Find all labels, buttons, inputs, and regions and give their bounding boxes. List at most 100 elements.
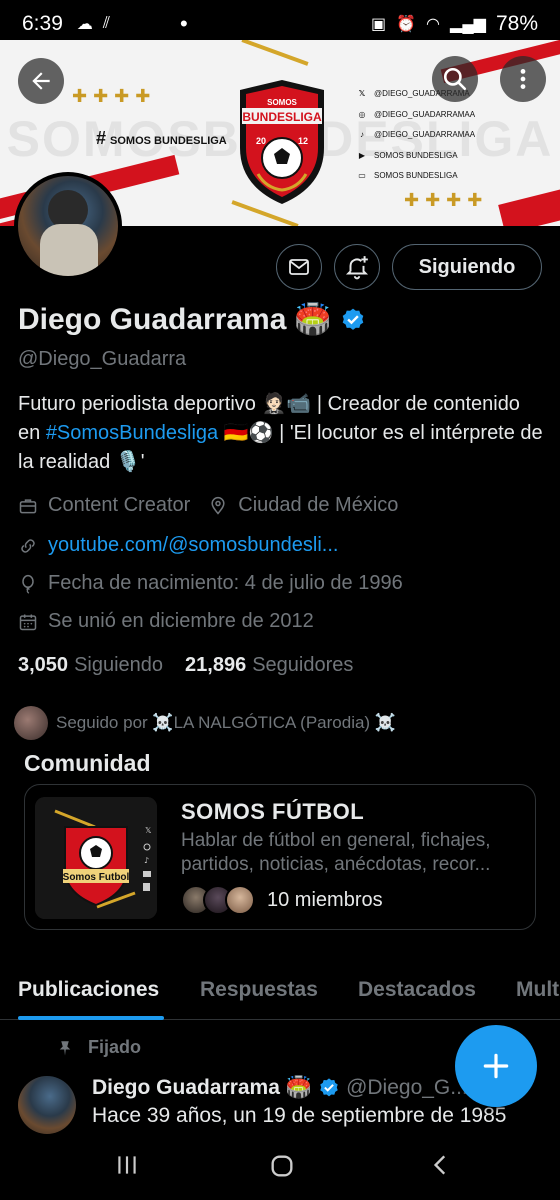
social-tiktok: ♪ @DIEGO_GUADARRAMAA <box>356 125 475 146</box>
following-link[interactable]: 3,050 Siguiendo <box>18 654 163 676</box>
system-icons: ▣ ⏰ ◠ ▂▄▆ 78% <box>371 12 538 36</box>
profile-avatar[interactable] <box>14 172 122 280</box>
profile-tabs: Publicaciones Respuestas Destacados Mult <box>0 972 560 1020</box>
cloud-icon: ☁ <box>76 16 93 33</box>
community-members: 10 miembros <box>181 885 383 915</box>
profile-location: Ciudad de México <box>238 494 399 516</box>
tab-multimedia[interactable]: Mult <box>516 978 559 1002</box>
logo-year-right: 12 <box>298 136 308 146</box>
tweet-author-avatar[interactable] <box>18 1076 76 1134</box>
stadium-emoji: 🏟️ <box>294 303 332 336</box>
logo-title-text: BUNDESLIGA <box>242 110 322 124</box>
social-instagram: ◎ @DIEGO_GUADARRAMAA <box>356 105 476 126</box>
social-youtube: ▶ SOMOS BUNDESLIGA <box>356 146 475 167</box>
instagram-icon: ◎ <box>358 109 366 119</box>
envelope-icon <box>289 259 309 275</box>
profile-joined: Se unió en diciembre de 2012 <box>48 610 314 632</box>
calendar-icon <box>19 614 37 630</box>
svg-text:𝕏: 𝕏 <box>145 826 152 835</box>
status-time: 6:39 <box>22 12 63 35</box>
follower-avatar <box>14 706 48 740</box>
youtube-icon: ▶ <box>358 150 366 160</box>
briefcase-icon <box>19 498 37 513</box>
followers-link[interactable]: 21,896 Seguidores <box>185 654 353 676</box>
bell-plus-icon <box>345 256 369 280</box>
banner-crosses: ✚✚✚✚ <box>72 86 157 106</box>
community-name: SOMOS FÚTBOL <box>181 799 365 824</box>
members-count: 10 miembros <box>267 888 383 911</box>
signal-icon: ▂▄▆ <box>450 16 486 33</box>
pinned-label: Fijado <box>56 1037 141 1058</box>
hashtag-link[interactable]: #SomosBundesliga <box>46 422 218 444</box>
notification-icons: ☁ ⫽ <box>77 14 110 34</box>
somos-futbol-logo: Somos Futbol 𝕏 ♪ <box>35 797 157 919</box>
logo-year-left: 20 <box>256 136 266 146</box>
tab-destacados[interactable]: Destacados <box>358 978 476 1002</box>
community-card[interactable]: Somos Futbol 𝕏 ♪ SOMOS FÚTBOL Hablar de … <box>24 784 536 930</box>
profile-category: Content Creator <box>48 494 191 516</box>
community-image: Somos Futbol 𝕏 ♪ <box>35 797 157 919</box>
arrow-left-icon <box>32 72 50 90</box>
pin-icon <box>59 1040 71 1055</box>
location-pin-icon <box>211 496 225 515</box>
somos-bundesliga-logo: SOMOS BUNDESLIGA 20 12 <box>240 80 324 204</box>
tab-publicaciones[interactable]: Publicaciones <box>18 978 159 1002</box>
more-options-button[interactable] <box>500 56 546 102</box>
profile-category-location: Content Creator Ciudad de México <box>18 494 398 517</box>
hash-icon: # <box>96 128 107 148</box>
link-icon <box>21 538 35 553</box>
back-nav-icon[interactable] <box>428 1152 454 1178</box>
followed-by-row[interactable]: Seguido por ☠️LA NALGÓTICA (Parodia) ☠️ <box>14 706 396 740</box>
balloon-icon <box>22 574 34 594</box>
twitch-icon: ▭ <box>358 171 366 180</box>
following-button[interactable]: Siguiendo <box>392 244 542 290</box>
profile-name: Diego Guadarrama 🏟️ <box>18 302 366 337</box>
back-button[interactable] <box>18 58 64 104</box>
recent-apps-icon[interactable] <box>114 1152 140 1178</box>
active-tab-indicator <box>18 1016 164 1020</box>
search-icon <box>443 67 467 91</box>
banner-crosses: ✚✚✚✚ <box>404 190 489 210</box>
profile-link-row: youtube.com/@somosbundesli... <box>18 534 338 557</box>
banner-hashtag: # SOMOS BUNDESLIGA <box>96 128 227 148</box>
alarm-icon: ⏰ <box>396 16 417 33</box>
banner-red-stripe <box>498 175 560 226</box>
verified-badge-icon[interactable] <box>340 307 366 333</box>
message-button[interactable] <box>276 244 322 290</box>
wifi-icon: ◠ <box>426 16 441 33</box>
search-button[interactable] <box>432 56 478 102</box>
home-icon[interactable] <box>268 1152 296 1180</box>
profile-birth-row: Fecha de nacimiento: 4 de julio de 1996 <box>18 572 403 595</box>
tweet-author-name[interactable]: Diego Guadarrama <box>92 1076 280 1100</box>
notifications-button[interactable] <box>334 244 380 290</box>
community-description: Hablar de fútbol en general, fichajes, p… <box>181 830 491 875</box>
tweet-author-handle: @Diego_G... <box>346 1076 468 1099</box>
x-icon: 𝕏 <box>358 89 366 98</box>
community-section-title: Comunidad <box>24 750 151 776</box>
svg-text:♪: ♪ <box>144 856 149 865</box>
profile-birthdate: Fecha de nacimiento: 4 de julio de 1996 <box>48 572 403 594</box>
signal-slash-icon: ⫽ <box>102 15 111 32</box>
tab-respuestas[interactable]: Respuestas <box>200 978 318 1002</box>
profile-joined-row: Se unió en diciembre de 2012 <box>18 610 314 633</box>
banner-gold-line <box>241 40 309 66</box>
battery-saver-icon: ▣ <box>371 16 387 33</box>
tiktok-icon: ♪ <box>360 130 364 139</box>
tweet-text[interactable]: Hace 39 años, un 19 de septiembre de 198… <box>92 1104 506 1128</box>
logo-top-text: SOMOS <box>267 98 297 107</box>
stadium-emoji: 🏟️ <box>285 1076 313 1099</box>
community-logo-text: Somos Futbol <box>63 872 130 883</box>
plus-icon <box>483 1053 509 1079</box>
more-vertical-icon <box>520 69 526 89</box>
compose-post-button[interactable] <box>455 1025 537 1107</box>
tweet-header: Diego Guadarrama 🏟️ @Diego_G... <box>92 1076 468 1100</box>
profile-bio: Futuro periodista deportivo 🤵🏻📹 | Creado… <box>18 393 543 473</box>
follow-counts: 3,050 Siguiendo 21,896 Seguidores <box>18 654 353 677</box>
profile-link[interactable]: youtube.com/@somosbundesli... <box>48 534 338 557</box>
notification-dot-icon: • <box>180 11 188 36</box>
profile-handle: @Diego_Guadarra <box>18 348 187 370</box>
followed-by-text: Seguido por ☠️LA NALGÓTICA (Parodia) ☠️ <box>56 713 396 732</box>
social-twitch: ▭ SOMOS BUNDESLIGA <box>356 166 475 187</box>
member-avatar <box>225 885 255 915</box>
battery-level: 78% <box>495 12 538 35</box>
